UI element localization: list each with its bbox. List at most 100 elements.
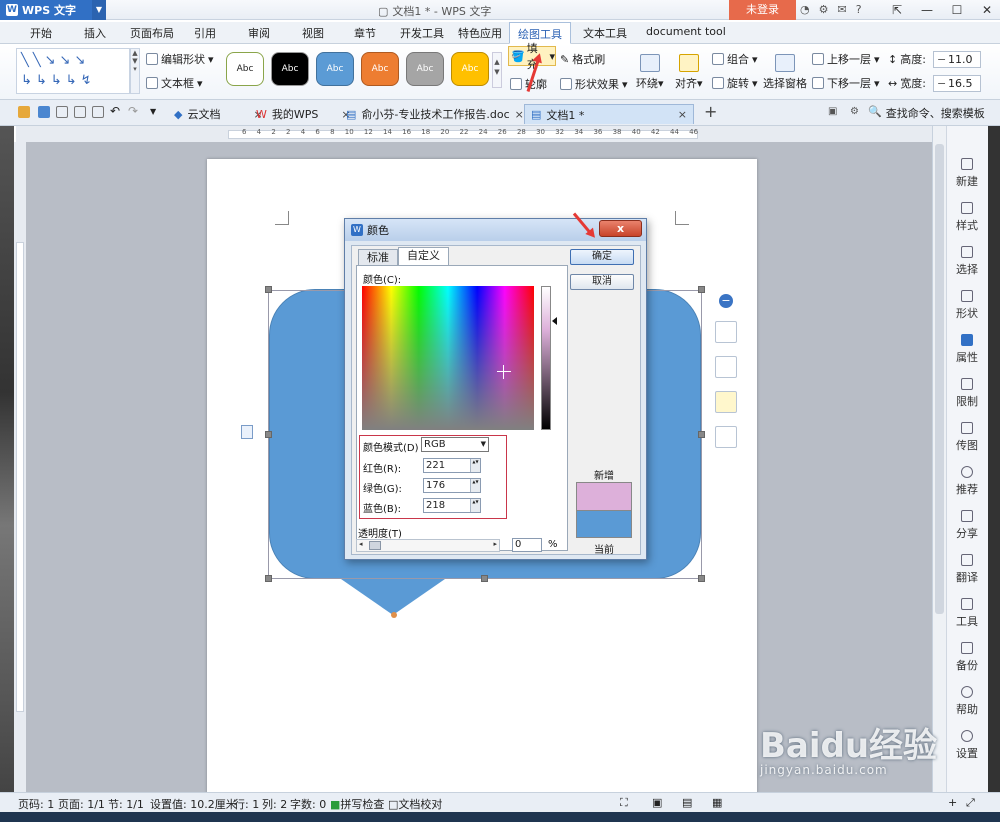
gallery-scroll[interactable]: ▲ ▼ ▾	[130, 48, 140, 94]
tab-special[interactable]: 特色应用	[458, 25, 502, 41]
sidebar-item-translate[interactable]: 翻译	[947, 554, 987, 585]
edit-shape-button[interactable]: 编辑形状 ▾	[146, 51, 214, 67]
resize-handle[interactable]	[265, 575, 272, 582]
print-preview-icon[interactable]	[92, 106, 104, 118]
page-view-icon[interactable]: ▣	[652, 796, 662, 809]
tab-view[interactable]: 视图	[302, 25, 324, 41]
vertical-ruler[interactable]	[14, 142, 26, 792]
slider-thumb[interactable]	[369, 541, 381, 550]
tab-home[interactable]: 开始	[30, 25, 52, 41]
rotate-button[interactable]: 旋转 ▾	[712, 75, 758, 91]
sidebar-item-upload-image[interactable]: 传图	[947, 422, 987, 453]
close-icon[interactable]: ×	[678, 108, 687, 121]
align-button[interactable]: 对齐▾	[675, 54, 703, 91]
new-tab-icon[interactable]: +	[704, 102, 717, 121]
tab-review[interactable]: 审阅	[248, 25, 270, 41]
cancel-button[interactable]: 取消	[570, 274, 634, 290]
web-view-icon[interactable]: ▦	[712, 796, 722, 809]
restore-down-icon[interactable]: ⇱	[882, 0, 912, 20]
wrap-layout-icon[interactable]	[715, 321, 737, 343]
adjust-handle[interactable]	[391, 612, 397, 618]
layout-options-icon[interactable]	[241, 425, 253, 439]
callout-shape-tail[interactable]	[341, 579, 445, 615]
undo-icon[interactable]: ↶	[110, 105, 122, 118]
command-search[interactable]: 🔍 查找命令、搜索模板	[868, 105, 985, 121]
outline-color-icon[interactable]	[715, 426, 737, 448]
sidebar-item-shape[interactable]: 形状	[947, 290, 987, 321]
send-backward-button[interactable]: 下移一层 ▾	[812, 75, 880, 91]
collapse-icon[interactable]: −	[719, 294, 733, 308]
format-painter-button[interactable]: ✎ 格式刷	[560, 51, 605, 67]
save-icon[interactable]	[38, 106, 50, 118]
login-button[interactable]: 未登录	[729, 0, 796, 20]
fullscreen-icon[interactable]: ⛶	[620, 796, 628, 810]
spell-check-button[interactable]: ■拼写检查	[330, 796, 384, 812]
maximize-button[interactable]: ☐	[942, 0, 972, 20]
transparency-input[interactable]: 0	[512, 538, 542, 552]
tab-text-tools[interactable]: 文本工具	[583, 25, 627, 41]
tab-insert[interactable]: 插入	[84, 25, 106, 41]
tab-document-tool[interactable]: document tool	[646, 25, 726, 38]
sidebar-item-properties[interactable]: 属性	[947, 334, 987, 365]
color-mode-select[interactable]: RGB	[421, 437, 489, 452]
sidebar-item-help[interactable]: 帮助	[947, 686, 987, 717]
green-input[interactable]: 176	[423, 478, 481, 493]
doc-tab-document1[interactable]: ▤ 文档1 * ×	[524, 104, 694, 124]
slider-right-icon[interactable]: ▸	[493, 540, 497, 548]
sidebar-item-select[interactable]: 选择	[947, 246, 987, 277]
resize-handle[interactable]	[265, 431, 272, 438]
dialog-close-button[interactable]: x	[599, 220, 642, 237]
skin-icon[interactable]: ◔	[800, 3, 810, 16]
shape-style-orange[interactable]: Abc	[361, 52, 399, 86]
export-pdf-icon[interactable]	[56, 106, 68, 118]
minimize-button[interactable]: —	[912, 0, 942, 20]
shape-effects-button[interactable]: 形状效果 ▾	[560, 76, 628, 92]
tab-page-layout[interactable]: 页面布局	[130, 25, 174, 41]
close-icon[interactable]: ×	[515, 108, 524, 121]
luminance-bar[interactable]	[541, 286, 551, 430]
shape-style-gray[interactable]: Abc	[406, 52, 444, 86]
sidebar-item-share[interactable]: 分享	[947, 510, 987, 541]
shape-gallery[interactable]: ╲╲↘↘↘ ↳↳↳↳↯	[16, 48, 130, 94]
tab-standard[interactable]: 标准	[358, 249, 398, 265]
shape-edit-icon[interactable]	[715, 356, 737, 378]
luminance-arrow-icon[interactable]	[552, 317, 557, 325]
close-button[interactable]: ✕	[972, 0, 1000, 20]
width-input[interactable]: 16.5	[933, 75, 981, 92]
zoom-fit-icon[interactable]: ⤢	[966, 796, 975, 810]
help-icon[interactable]: ?	[856, 3, 862, 16]
fill-color-icon[interactable]	[715, 391, 737, 413]
sidebar-item-restrict[interactable]: 限制	[947, 378, 987, 409]
shape-style-blue[interactable]: Abc	[316, 52, 354, 86]
tab-custom[interactable]: 自定义	[398, 247, 449, 265]
quick-access-menu-icon[interactable]: ▼	[150, 106, 162, 118]
read-view-icon[interactable]: ▤	[682, 796, 692, 809]
sidebar-item-tools[interactable]: 工具	[947, 598, 987, 629]
shape-style-gold[interactable]: Abc	[451, 52, 489, 86]
blue-input[interactable]: 218	[423, 498, 481, 513]
chevron-down-icon[interactable]: ▼	[92, 0, 106, 20]
selection-pane-button[interactable]: 选择窗格	[763, 54, 807, 91]
style-gallery-scroll[interactable]: ▲ ▼	[492, 52, 502, 88]
vertical-scrollbar[interactable]	[932, 126, 946, 792]
resize-handle[interactable]	[481, 575, 488, 582]
color-spectrum[interactable]	[362, 286, 534, 430]
app-menu-button[interactable]: W WPS 文字 ▼	[0, 0, 106, 20]
height-input[interactable]: 11.0	[933, 51, 981, 68]
settings-menu-icon[interactable]: ⚙	[850, 106, 859, 117]
print-icon[interactable]	[74, 106, 86, 118]
open-folder-icon[interactable]	[18, 106, 30, 118]
wrap-button[interactable]: 环绕▾	[636, 54, 664, 91]
tab-developer[interactable]: 开发工具	[400, 25, 444, 41]
bring-forward-button[interactable]: 上移一层 ▾	[812, 51, 880, 67]
shape-style-white[interactable]: Abc	[226, 52, 264, 86]
doc-tab-report[interactable]: ▤ 俞小芬-专业技术工作报告.doc ×	[340, 104, 530, 124]
tab-list-icon[interactable]: ▣	[828, 106, 837, 117]
redo-icon[interactable]: ↷	[128, 105, 140, 118]
red-input[interactable]: 221	[423, 458, 481, 473]
resize-handle[interactable]	[698, 431, 705, 438]
tab-references[interactable]: 引用	[194, 25, 216, 41]
resize-handle[interactable]	[265, 286, 272, 293]
transparency-slider[interactable]: ◂ ▸	[356, 539, 500, 552]
resize-handle[interactable]	[698, 286, 705, 293]
